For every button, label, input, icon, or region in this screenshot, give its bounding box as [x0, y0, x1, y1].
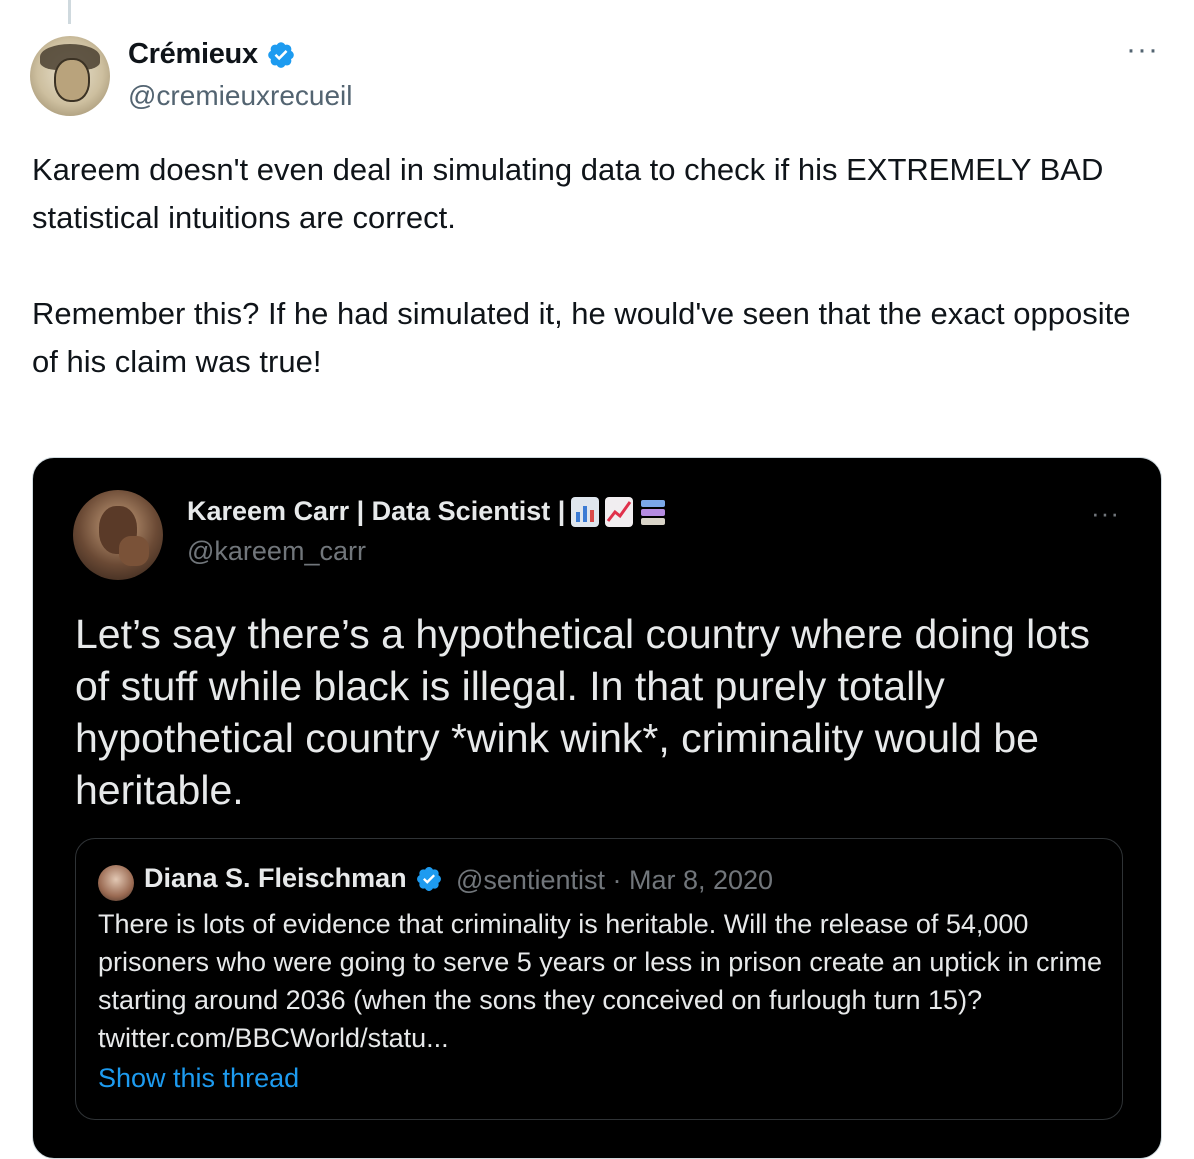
author-name-text[interactable]: Crémieux [128, 38, 258, 71]
chart-increasing-emoji-icon [605, 496, 634, 527]
quoted-tweet: Diana S. Fleischman @sentientist · Mar 8… [75, 838, 1123, 1120]
embedded-author-avatar [73, 490, 163, 580]
more-options-icon[interactable]: ··· [1126, 35, 1159, 65]
thread-connector-line [68, 0, 71, 24]
verified-badge-icon [267, 41, 294, 68]
quoted-tweet-text: There is lots of evidence that criminali… [98, 909, 1102, 1053]
quoted-author-avatar [98, 865, 134, 901]
quoted-author-name-text: Diana S. Fleischman [144, 863, 407, 893]
embedded-author-name-text: Kareem Carr | Data Scientist | [187, 496, 566, 526]
author-avatar[interactable] [30, 36, 110, 116]
embedded-author-display-name: Kareem Carr | Data Scientist | [187, 496, 667, 527]
bar-chart-emoji-icon [571, 496, 600, 527]
avatar-face [54, 58, 90, 102]
author-handle[interactable]: @cremieuxrecueil [128, 80, 353, 112]
avatar-hand [119, 536, 149, 566]
quoted-verified-badge-icon [416, 866, 441, 891]
tweet-paragraph-2: Remember this? If he had simulated it, h… [32, 296, 1131, 379]
embedded-tweet-screenshot[interactable]: Kareem Carr | Data Scientist | @kareem_c… [32, 457, 1162, 1159]
embedded-tweet-text: Let’s say there’s a hypothetical country… [75, 611, 1090, 813]
books-emoji-icon [639, 497, 667, 527]
quoted-author-display-name: Diana S. Fleischman [144, 863, 443, 894]
tweet-paragraph-1: Kareem doesn't even deal in simulating d… [32, 152, 1104, 235]
author-display-name[interactable]: Crémieux [128, 38, 296, 71]
embedded-author-handle: @kareem_carr [187, 536, 366, 566]
show-thread-link: Show this thread [98, 1063, 300, 1093]
quoted-handle-and-date: @sentientist · Mar 8, 2020 [456, 865, 774, 895]
tweet-body: Kareem doesn't even deal in simulating d… [32, 146, 1162, 386]
embedded-more-icon: ··· [1091, 498, 1120, 528]
